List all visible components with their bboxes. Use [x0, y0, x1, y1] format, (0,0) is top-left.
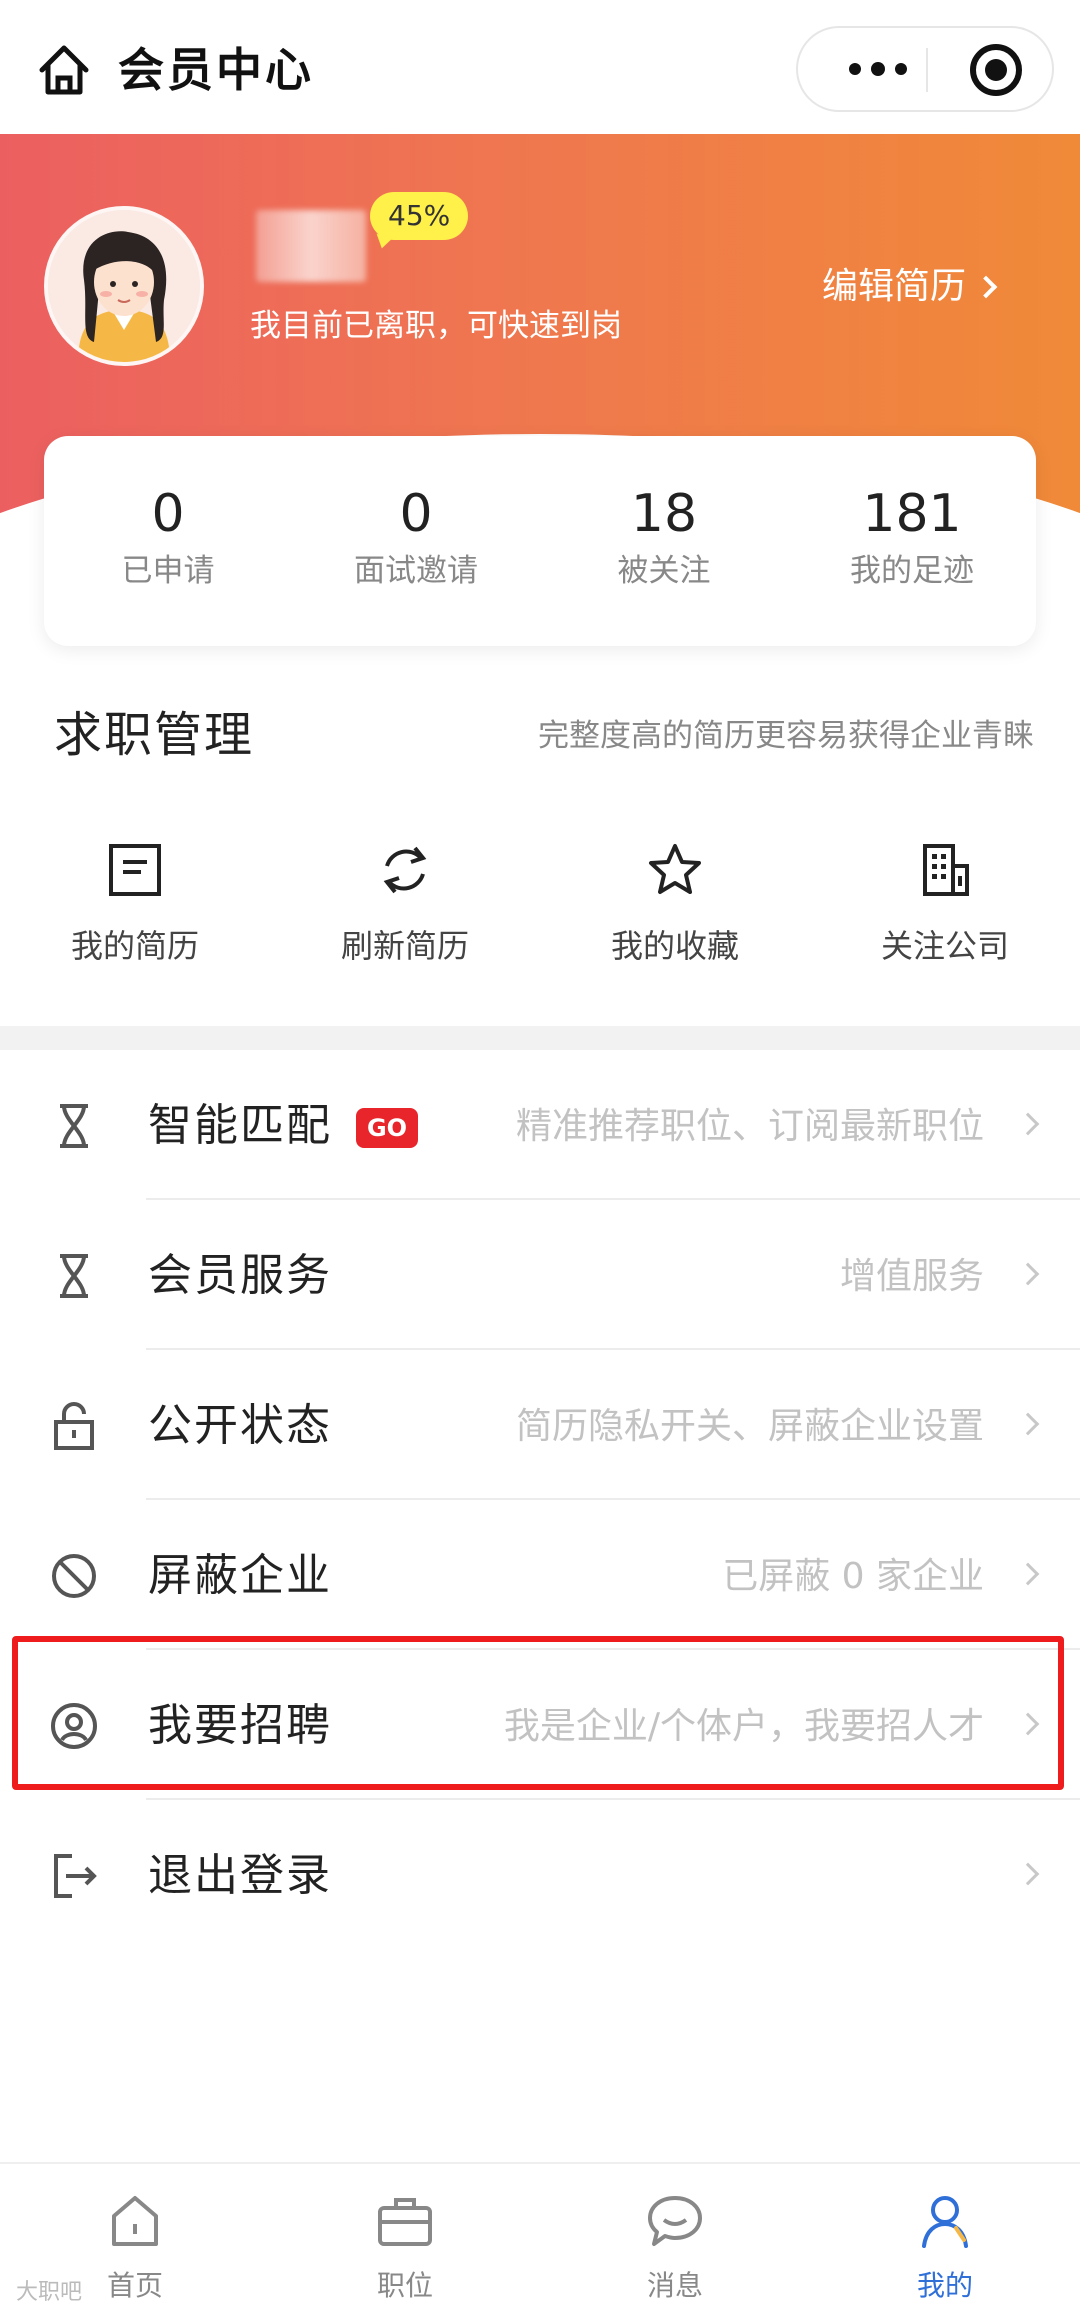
block-icon: [48, 1550, 100, 1602]
user-circle-icon: [48, 1700, 100, 1752]
stat-label: 我的足迹: [850, 553, 974, 589]
menu-desc: 我是企业/个体户，我要招人才: [503, 1706, 984, 1747]
stat-value: 0: [151, 484, 185, 544]
menu-desc: 增值服务: [839, 1256, 984, 1297]
capsule-divider: [926, 48, 928, 92]
stat-interviews[interactable]: 0 面试邀请: [292, 436, 540, 646]
menu-title: 屏蔽企业: [148, 1550, 332, 1601]
menu-title: 公开状态: [148, 1400, 332, 1451]
completion-badge: 45%: [370, 192, 469, 240]
menu-title: 退出登录: [148, 1850, 332, 1901]
more-icon[interactable]: [828, 28, 928, 110]
user-name-blurred: [256, 210, 366, 282]
stats-card: 0 已申请 0 面试邀请 18 被关注 181 我的足迹: [44, 436, 1036, 646]
stat-footprints[interactable]: 181 我的足迹: [788, 436, 1036, 646]
menu-title: 会员服务: [148, 1250, 332, 1301]
menu-desc: 精准推荐职位、订阅最新职位: [515, 1106, 984, 1147]
quick-action-label: 我的简历: [70, 927, 199, 965]
chevron-right-icon: [1016, 1712, 1040, 1736]
watermark: 大职吧: [16, 2280, 83, 2305]
menu-logout[interactable]: 退出登录: [0, 1800, 1080, 1950]
building-icon: [915, 840, 975, 900]
edit-resume-link[interactable]: 编辑简历: [822, 262, 998, 312]
person-icon: [912, 2188, 978, 2254]
quick-action-label: 我的收藏: [610, 927, 739, 965]
lock-icon: [48, 1400, 100, 1452]
tab-label: 我的: [916, 2269, 973, 2302]
go-badge: GO: [356, 1108, 418, 1148]
tab-messages[interactable]: 消息: [540, 2164, 810, 2321]
menu-public-status[interactable]: 公开状态 简历隐私开关、屏蔽企业设置: [0, 1350, 1080, 1500]
resume-icon: [105, 840, 165, 900]
page-title: 会员中心: [118, 43, 314, 97]
quick-favorites[interactable]: 我的收藏: [540, 840, 810, 1000]
chat-icon: [642, 2188, 708, 2254]
stat-followed-by[interactable]: 18 被关注: [540, 436, 788, 646]
chevron-right-icon: [974, 275, 998, 299]
chevron-right-icon: [1016, 1412, 1040, 1436]
chevron-right-icon: [1016, 1262, 1040, 1286]
dna-icon: [48, 1250, 100, 1302]
quick-refresh-resume[interactable]: 刷新简历: [270, 840, 540, 1000]
stat-value: 0: [399, 484, 433, 544]
menu-blocked-companies[interactable]: 屏蔽企业 已屏蔽 0 家企业: [0, 1500, 1080, 1650]
section-title: 求职管理: [54, 707, 255, 763]
stat-label: 已申请: [121, 553, 215, 589]
section-divider: [0, 1026, 1080, 1050]
menu-title: 我要招聘: [148, 1700, 332, 1751]
menu-member-service[interactable]: 会员服务 增值服务: [0, 1200, 1080, 1350]
star-icon: [645, 840, 705, 900]
chevron-right-icon: [1016, 1862, 1040, 1886]
menu-i-want-to-recruit[interactable]: 我要招聘 我是企业/个体户，我要招人才: [0, 1650, 1080, 1800]
stat-value: 181: [862, 484, 962, 544]
menu-desc: 简历隐私开关、屏蔽企业设置: [515, 1406, 984, 1447]
menu-title: 智能匹配: [148, 1100, 332, 1151]
dna-icon: [48, 1100, 100, 1152]
quick-my-resume[interactable]: 我的简历: [0, 840, 270, 1000]
quick-action-label: 关注公司: [880, 927, 1009, 965]
menu-smart-match[interactable]: 智能匹配 GO 精准推荐职位、订阅最新职位: [0, 1050, 1080, 1200]
tab-jobs[interactable]: 职位: [270, 2164, 540, 2321]
tab-mine[interactable]: 我的: [810, 2164, 1080, 2321]
chevron-right-icon: [1016, 1112, 1040, 1136]
stat-value: 18: [630, 484, 698, 544]
stat-label: 面试邀请: [354, 553, 478, 589]
refresh-icon: [375, 840, 435, 900]
quick-action-label: 刷新简历: [340, 927, 469, 965]
edit-resume-label: 编辑简历: [822, 266, 967, 307]
home-icon: [102, 2188, 168, 2254]
quick-actions: 我的简历 刷新简历 我的收藏 关注公司: [0, 840, 1080, 1000]
stat-applied[interactable]: 0 已申请: [44, 436, 292, 646]
menu-list: 智能匹配 GO 精准推荐职位、订阅最新职位 会员服务 增值服务 公开状态 简历隐…: [0, 1050, 1080, 1950]
bottom-tab-bar: 首页 职位 消息 我的: [0, 2162, 1080, 2321]
briefcase-icon: [372, 2188, 438, 2254]
chevron-right-icon: [1016, 1562, 1040, 1586]
tab-label: 职位: [376, 2269, 433, 2302]
quick-follow-companies[interactable]: 关注公司: [810, 840, 1080, 1000]
job-status-text: 我目前已离职，可快速到岗: [250, 308, 622, 344]
mini-program-capsule: [796, 26, 1054, 112]
title-bar: 会员中心: [0, 0, 1080, 134]
close-icon[interactable]: [970, 44, 1022, 96]
tab-label: 消息: [646, 2269, 703, 2302]
stat-label: 被关注: [617, 553, 711, 589]
avatar[interactable]: [44, 206, 204, 366]
logout-icon: [48, 1850, 100, 1902]
home-icon[interactable]: [34, 40, 94, 100]
menu-desc: 已屏蔽 0 家企业: [722, 1556, 984, 1597]
section-subtitle: 完整度高的简历更容易获得企业青睐: [538, 718, 1034, 754]
